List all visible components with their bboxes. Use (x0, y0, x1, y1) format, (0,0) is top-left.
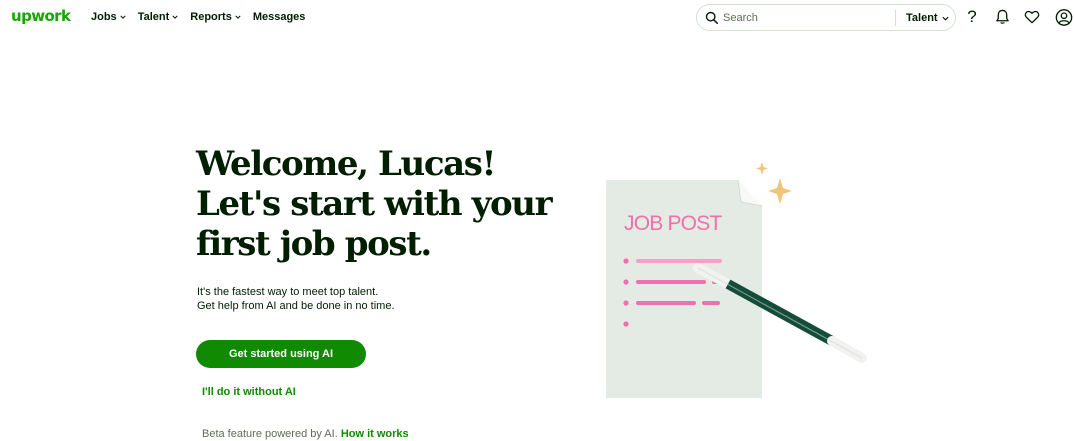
help-icon[interactable]: ? (963, 8, 981, 26)
chevron-down-icon (235, 15, 241, 19)
chevron-down-icon (172, 15, 178, 19)
nav-reports-label: Reports (190, 11, 232, 23)
job-post-heading: JOB POST (624, 212, 722, 235)
nav-messages-label: Messages (252, 11, 306, 23)
search-divider (895, 10, 896, 26)
heart-icon[interactable] (1023, 8, 1041, 26)
title-line: Welcome, Lucas! (196, 144, 496, 184)
page-title: Welcome, Lucas! Let's start with your fi… (196, 144, 576, 264)
main-nav: Jobs Talent Reports Messages (91, 11, 317, 23)
search-icon[interactable] (705, 11, 719, 25)
title-line: first job post. (196, 224, 432, 264)
beta-notice: Beta feature powered by AI. How it works (202, 428, 409, 440)
subtitle-line: It's the fastest way to meet top talent. (197, 286, 379, 298)
nav-messages[interactable]: Messages (253, 11, 306, 23)
get-started-ai-button[interactable]: Get started using AI (196, 340, 366, 368)
bell-icon[interactable] (993, 8, 1011, 26)
job-post-illustration: JOB POST (606, 162, 867, 398)
search-scope-dropdown[interactable]: Talent (906, 12, 949, 24)
search-bar: Talent (696, 4, 956, 31)
subtitle-line: Get help from AI and be done in no time. (197, 300, 395, 312)
without-ai-link[interactable]: I'll do it without AI (202, 386, 296, 398)
nav-talent[interactable]: Talent (138, 11, 179, 23)
upwork-logo[interactable]: upwork (11, 7, 71, 25)
nav-jobs-label: Jobs (91, 11, 117, 23)
account-icon[interactable] (1055, 8, 1073, 26)
chevron-down-icon (942, 16, 949, 21)
chevron-down-icon (120, 15, 126, 19)
search-input[interactable] (723, 10, 883, 26)
nav-reports[interactable]: Reports (190, 11, 241, 23)
top-nav-bar: upwork Jobs Talent Reports Messages Tale… (0, 0, 1074, 36)
page-subtitle: It's the fastest way to meet top talent.… (197, 285, 395, 313)
nav-talent-label: Talent (137, 11, 170, 23)
nav-jobs[interactable]: Jobs (91, 11, 126, 23)
how-it-works-link[interactable]: How it works (341, 428, 409, 440)
sparkle-icon (756, 162, 792, 204)
beta-text: Beta feature powered by AI. (202, 428, 338, 440)
search-scope-label: Talent (906, 12, 938, 24)
title-line: Let's start with your (196, 184, 552, 224)
